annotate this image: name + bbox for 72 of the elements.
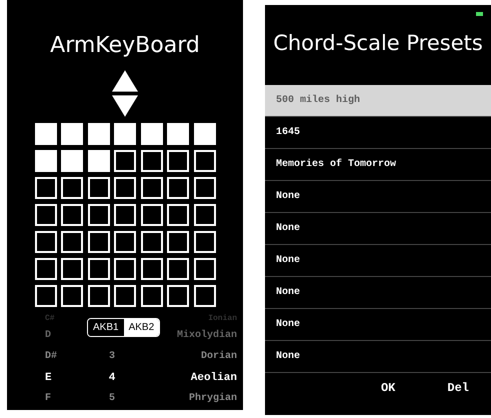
preset-item[interactable]: None bbox=[265, 309, 491, 341]
grid-key[interactable] bbox=[61, 177, 83, 199]
picker-number: 4 bbox=[108, 372, 116, 384]
grid-key[interactable] bbox=[88, 123, 110, 145]
grid-key[interactable] bbox=[140, 123, 162, 145]
battery-icon bbox=[476, 12, 483, 16]
picker-note: F bbox=[45, 393, 52, 404]
grid-key[interactable] bbox=[194, 258, 216, 280]
preset-item[interactable]: None bbox=[265, 277, 491, 309]
action-button[interactable]: OK bbox=[376, 379, 400, 397]
preset-item[interactable]: 1645 bbox=[265, 117, 491, 149]
picker-number: 3 bbox=[108, 351, 115, 362]
grid-key[interactable] bbox=[61, 285, 83, 307]
grid-key[interactable] bbox=[167, 285, 189, 307]
picker-number: 5 bbox=[108, 393, 115, 404]
preset-item[interactable]: None bbox=[265, 213, 491, 245]
up-down-arrows-icon[interactable] bbox=[112, 70, 138, 117]
screen-title: Chord-Scale Presets bbox=[273, 30, 483, 57]
grid-key[interactable] bbox=[34, 258, 56, 280]
action-button[interactable]: Del bbox=[443, 379, 473, 397]
grid-key[interactable] bbox=[114, 177, 136, 199]
grid-key[interactable] bbox=[88, 258, 110, 280]
picker-mode: Dorian bbox=[200, 351, 237, 362]
grid-key[interactable] bbox=[167, 150, 189, 172]
grid-key[interactable] bbox=[114, 258, 136, 280]
picker-mode: Phrygian bbox=[188, 393, 237, 404]
preset-item[interactable]: Memories of Tomorrow bbox=[265, 149, 491, 181]
grid-key[interactable] bbox=[34, 150, 56, 172]
picker-note: D bbox=[45, 330, 52, 341]
grid-key[interactable] bbox=[61, 258, 83, 280]
grid-key[interactable] bbox=[88, 204, 110, 226]
segment-tab[interactable]: AKB2 bbox=[124, 319, 160, 336]
grid-key[interactable] bbox=[194, 231, 216, 253]
grid-key[interactable] bbox=[34, 123, 56, 145]
grid-key[interactable] bbox=[114, 285, 136, 307]
picker-mode: Aeolian bbox=[190, 372, 237, 384]
grid-key[interactable] bbox=[114, 231, 136, 253]
grid-key[interactable] bbox=[88, 177, 110, 199]
grid-key[interactable] bbox=[88, 150, 110, 172]
grid-key[interactable] bbox=[34, 204, 56, 226]
preset-item[interactable]: None bbox=[265, 245, 491, 277]
picker-note: D# bbox=[45, 351, 58, 362]
grid-key[interactable] bbox=[34, 231, 56, 253]
picker-note: E bbox=[45, 372, 52, 384]
preset-item[interactable]: None bbox=[265, 341, 491, 373]
grid-key[interactable] bbox=[34, 177, 56, 199]
grid-key[interactable] bbox=[140, 285, 162, 307]
grid-key[interactable] bbox=[140, 258, 162, 280]
grid-key[interactable] bbox=[61, 231, 83, 253]
grid-key[interactable] bbox=[194, 204, 216, 226]
preset-item[interactable]: 500 miles high bbox=[265, 85, 491, 117]
grid-key[interactable] bbox=[114, 204, 136, 226]
grid-key[interactable] bbox=[88, 285, 110, 307]
grid-key[interactable] bbox=[194, 150, 216, 172]
grid-key[interactable] bbox=[194, 177, 216, 199]
grid-key[interactable] bbox=[88, 231, 110, 253]
grid-key[interactable] bbox=[140, 150, 162, 172]
grid-key[interactable] bbox=[194, 285, 216, 307]
picker-mode: Mixolydian bbox=[176, 330, 237, 341]
grid-key[interactable] bbox=[194, 123, 216, 145]
grid-key[interactable] bbox=[34, 285, 56, 307]
grid-key[interactable] bbox=[167, 231, 189, 253]
grid-key[interactable] bbox=[167, 258, 189, 280]
grid-key[interactable] bbox=[167, 177, 189, 199]
preset-item[interactable]: None bbox=[265, 181, 491, 213]
grid-key[interactable] bbox=[140, 204, 162, 226]
grid-key[interactable] bbox=[140, 177, 162, 199]
grid-key[interactable] bbox=[61, 204, 83, 226]
screen-title: ArmKeyBoard bbox=[50, 32, 200, 60]
grid-key[interactable] bbox=[140, 231, 162, 253]
grid-key[interactable] bbox=[167, 204, 189, 226]
grid-key[interactable] bbox=[114, 150, 136, 172]
